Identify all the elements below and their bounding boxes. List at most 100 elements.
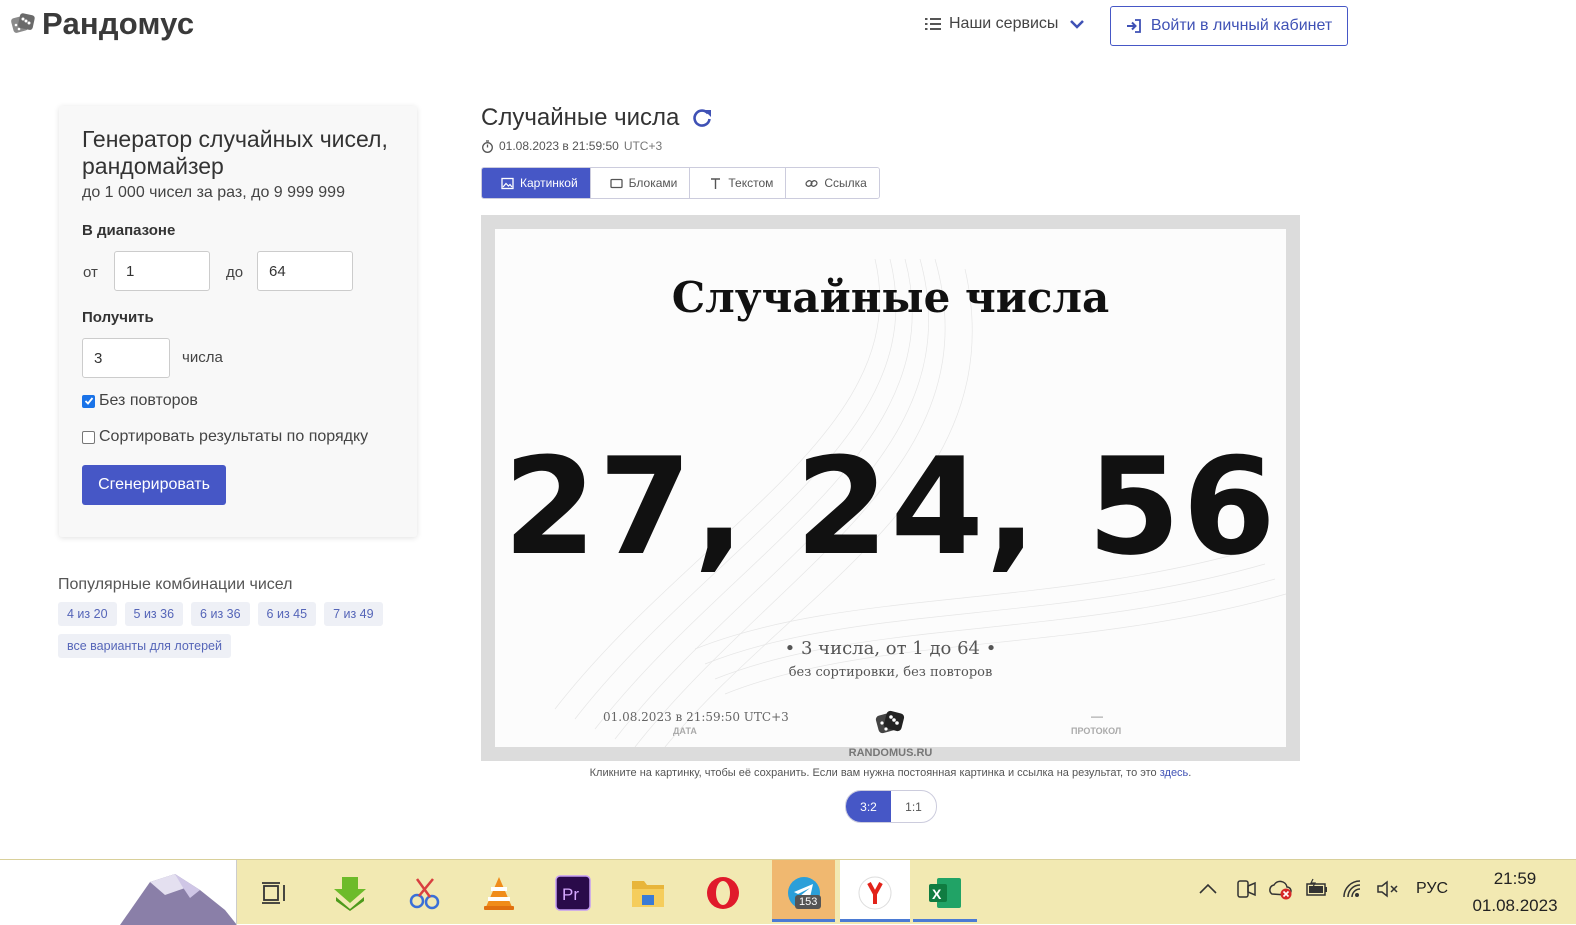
no-repeat-label: Без повторов (99, 392, 198, 409)
count-unit: числа (182, 349, 223, 366)
tab-blocks-label: Блоками (628, 176, 678, 190)
generator-subtitle: до 1 000 чисел за раз, до 9 999 999 (82, 184, 345, 201)
get-label: Получить (82, 309, 154, 326)
login-label: Войти в личный кабинет (1150, 17, 1333, 34)
aspect-ratio-toggle: 3:2 1:1 (845, 790, 937, 823)
stopwatch-icon (482, 139, 493, 153)
premiere-pro-icon[interactable]: Pr (548, 868, 598, 918)
yandex-browser-icon[interactable] (840, 860, 910, 922)
telegram-icon[interactable]: 153 (772, 860, 835, 922)
tab-image-label: Картинкой (520, 176, 578, 190)
image-site: RANDOMUS.RU (848, 747, 933, 759)
sort-checkbox[interactable] (82, 430, 95, 444)
result-format-tabs: Картинкой Блоками Текстом Ссылка (481, 167, 880, 199)
range-to-input[interactable]: 64 (257, 251, 353, 291)
tab-text-label: Текстом (728, 176, 774, 190)
sort-label: Сортировать результаты по порядку (99, 428, 369, 445)
generator-title: Генератор случайных чисел, рандомайзер (82, 126, 388, 179)
generator-card: Генератор случайных чисел, рандомайзер д… (59, 106, 417, 537)
result-image[interactable]: Случайные числа 27, 24, 56 • 3 числа, от… (495, 229, 1286, 747)
scissors-app-icon[interactable] (400, 868, 450, 918)
range-from-input[interactable]: 1 (114, 251, 210, 291)
chip-5-of-36[interactable]: 5 из 36 (124, 602, 184, 626)
no-repeat-checkbox[interactable] (82, 394, 95, 408)
result-title: Случайные числа (481, 104, 680, 131)
popular-title: Популярные комбинации чисел (58, 576, 293, 593)
ratio-1-1[interactable]: 1:1 (891, 791, 936, 822)
timestamp-tz: UTC+3 (623, 139, 663, 153)
chip-6-of-36[interactable]: 6 из 36 (191, 602, 250, 626)
dice-icon (875, 710, 905, 734)
clock-date: 01.08.2023 (1472, 896, 1558, 915)
tab-text[interactable]: Текстом (690, 168, 787, 198)
image-numbers: 27, 24, 56 (503, 429, 1278, 585)
generate-button[interactable]: Сгенерировать (82, 465, 226, 505)
services-menu[interactable]: Наши сервисы (925, 15, 1085, 33)
ratio-3-2[interactable]: 3:2 (846, 791, 891, 822)
chevron-down-icon (1070, 20, 1085, 29)
login-button[interactable]: Войти в личный кабинет (1110, 6, 1348, 46)
link-icon (805, 179, 818, 187)
onedrive-error-icon[interactable] (1267, 877, 1295, 901)
system-clock[interactable]: 21:59 01.08.2023 (1460, 865, 1570, 919)
tab-image[interactable]: Картинкой (482, 168, 591, 198)
dice-logo-icon (11, 13, 35, 33)
square-icon (610, 178, 623, 188)
timestamp-date: 01.08.2023 в 21:59:50 (499, 139, 619, 153)
image-date: 01.08.2023 в 21:59:50 UTC+3 (603, 710, 789, 724)
image-info: • 3 числа, от 1 до 64 • (784, 638, 997, 659)
to-label: до (226, 264, 244, 281)
file-explorer-icon[interactable] (623, 868, 673, 918)
chip-6-of-45[interactable]: 6 из 45 (257, 602, 317, 626)
sort-option[interactable]: Сортировать результаты по порядку (82, 428, 368, 446)
image-protocol-label: ПРОТОКОЛ (1071, 726, 1122, 736)
page-title: Случайные числа (481, 104, 713, 132)
camera-app-icon[interactable] (1235, 877, 1257, 901)
sign-in-icon (1126, 19, 1141, 33)
image-icon (501, 177, 514, 189)
hint-link[interactable]: здесь (1160, 767, 1189, 779)
download-manager-icon[interactable] (325, 868, 375, 918)
show-hidden-icons-icon[interactable] (1198, 877, 1218, 901)
task-view-icon[interactable] (249, 868, 299, 918)
logo-text: Рандомус (42, 6, 195, 41)
tab-link-label: Ссылка (824, 176, 867, 190)
taskbar: Pr 153 X РУС 21:59 01.08.2023 (0, 859, 1576, 925)
result-image-frame[interactable]: Случайные числа 27, 24, 56 • 3 числа, от… (481, 215, 1300, 761)
list-icon (925, 18, 941, 30)
volume-muted-icon[interactable] (1376, 877, 1400, 901)
result-timestamp: 01.08.2023 в 21:59:50 UTC+3 (481, 139, 662, 153)
image-protocol: — (1091, 709, 1103, 723)
image-date-label: ДАТА (673, 726, 697, 736)
excel-icon[interactable]: X (913, 860, 977, 922)
tab-link[interactable]: Ссылка (786, 168, 879, 198)
taskbar-search-area[interactable] (0, 860, 237, 925)
from-label: от (83, 264, 98, 281)
chip-7-of-49[interactable]: 7 из 49 (324, 602, 383, 626)
mountain-image (120, 874, 236, 925)
services-label: Наши сервисы (949, 15, 1059, 32)
save-hint: Кликните на картинку, чтобы её сохранить… (481, 767, 1300, 779)
range-label: В диапазоне (82, 222, 176, 239)
svg-text:Pr: Pr (562, 885, 579, 904)
telegram-badge: 153 (795, 895, 822, 909)
check-icon (84, 397, 93, 405)
image-title: Случайные числа (671, 273, 1110, 322)
clock-time: 21:59 (1493, 869, 1537, 888)
tab-blocks[interactable]: Блоками (590, 168, 691, 198)
svg-text:X: X (932, 886, 942, 902)
opera-icon[interactable] (698, 868, 748, 918)
wifi-icon[interactable] (1342, 877, 1364, 901)
count-input[interactable]: 3 (82, 338, 170, 378)
site-logo[interactable]: Рандомус (10, 6, 194, 42)
hint-text: Кликните на картинку, чтобы её сохранить… (589, 767, 1157, 779)
battery-icon[interactable] (1305, 877, 1329, 901)
chip-all-lotteries[interactable]: все варианты для лотерей (58, 634, 231, 658)
refresh-icon[interactable] (691, 107, 713, 129)
popular-combinations: Популярные комбинации чисел 4 из 20 5 из… (58, 576, 398, 658)
vlc-icon[interactable] (474, 868, 524, 918)
hint-end: . (1188, 767, 1192, 779)
no-repeat-option[interactable]: Без повторов (82, 392, 198, 410)
chip-4-of-20[interactable]: 4 из 20 (58, 602, 117, 626)
language-indicator[interactable]: РУС (1416, 877, 1448, 901)
